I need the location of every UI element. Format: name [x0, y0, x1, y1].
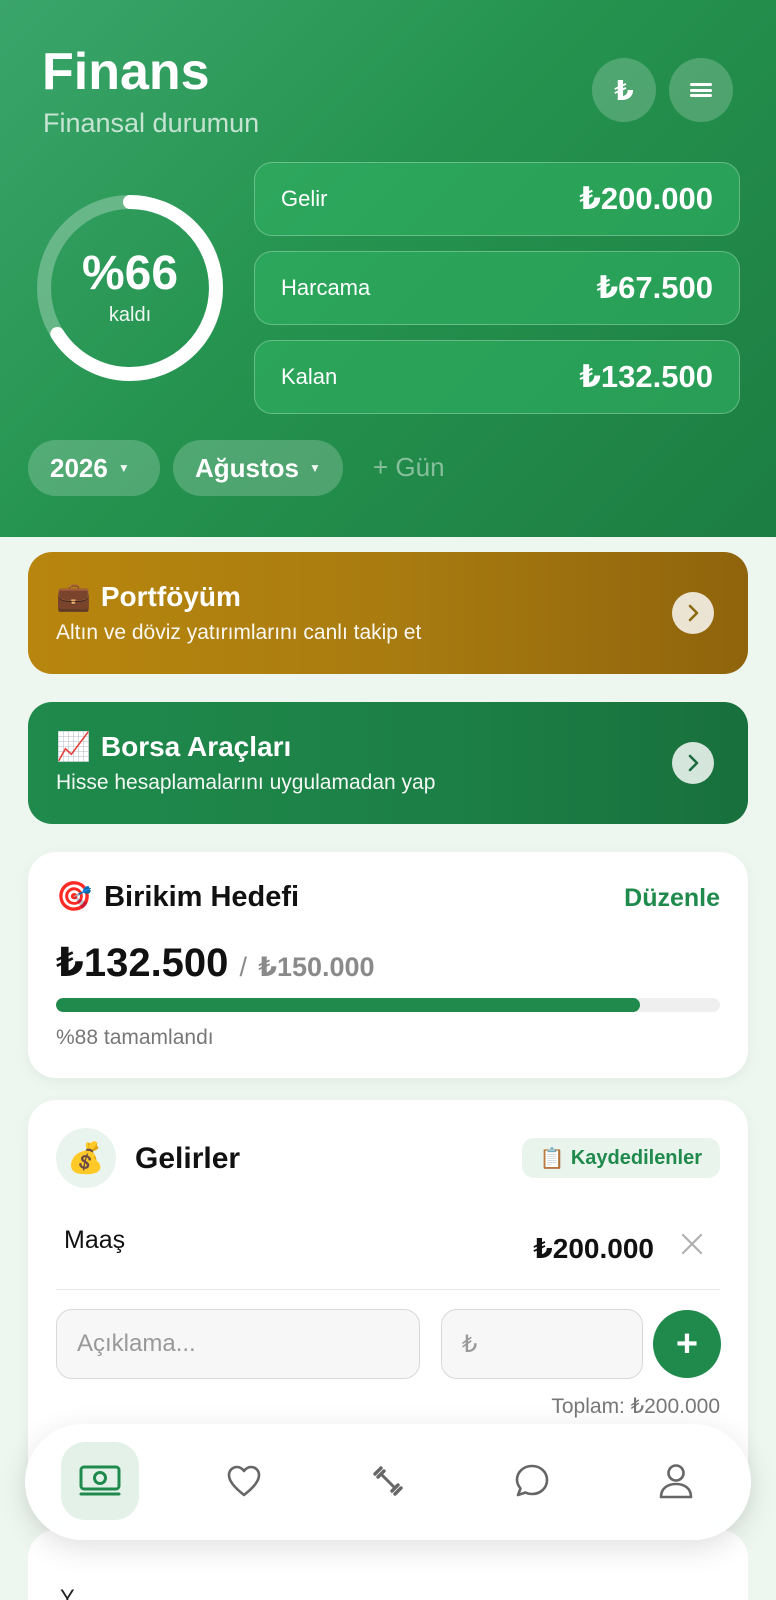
stat-label: Harcama — [281, 275, 371, 300]
header: Finans Finansal durumun ₺ %66 kaldı Geli… — [0, 0, 776, 537]
tab-finance[interactable] — [61, 1442, 139, 1520]
year-selector[interactable]: 2026 ▼ — [28, 440, 160, 496]
app-subtitle: Finansal durumun — [43, 108, 260, 138]
caret-down-icon: ▼ — [309, 461, 321, 475]
tab-health[interactable] — [205, 1442, 283, 1520]
stat-value: ₺67.500 — [596, 270, 713, 305]
year-value: 2026 — [50, 452, 108, 483]
chevron-right-icon[interactable] — [672, 592, 714, 634]
edit-goal-button[interactable]: Düzenle — [624, 884, 720, 913]
chart-up-icon: 📈 — [56, 731, 91, 762]
savings-goal-card: 🎯 Birikim Hedefi Düzenle ₺132.500 / ₺150… — [28, 852, 748, 1078]
stock-tools-banner[interactable]: 📈 Borsa Araçları Hisse hesaplamalarını u… — [28, 702, 748, 824]
add-income-button[interactable]: + — [653, 1310, 721, 1378]
next-card — [28, 1530, 748, 1600]
chevron-right-icon[interactable] — [672, 742, 714, 784]
remaining-caption: kaldı — [108, 304, 152, 326]
stat-label: Kalan — [281, 364, 338, 389]
saved-items-label: Kaydedilenler — [570, 1146, 702, 1169]
banner-subtitle: Hisse hesaplamalarını uygulamadan yap — [56, 771, 436, 794]
portfolio-banner[interactable]: 💼 Portföyüm Altın ve döviz yatırımlarını… — [28, 552, 748, 674]
goal-progress-bar — [56, 998, 720, 1012]
caret-down-icon: ▼ — [117, 461, 130, 475]
tab-chat[interactable] — [493, 1442, 571, 1520]
tab-profile[interactable] — [637, 1442, 715, 1520]
description-input[interactable]: Açıklama... — [56, 1309, 420, 1379]
banner-title: Borsa Araçları — [100, 730, 292, 762]
menu-button[interactable] — [669, 58, 733, 122]
close-icon[interactable] — [680, 1232, 704, 1263]
chat-bubble-icon — [515, 1464, 549, 1497]
goal-title: Birikim Hedefi — [104, 880, 300, 913]
app-title: Finans — [42, 43, 210, 101]
clipboard-icon: 📋 — [539, 1147, 565, 1170]
bottom-tab-bar — [25, 1424, 751, 1540]
target-icon: 🎯 — [56, 881, 93, 913]
income-total: Toplam: ₺200.000 — [551, 1395, 720, 1418]
stat-expense: Harcama ₺67.500 — [254, 251, 740, 325]
goal-separator: / — [239, 952, 248, 982]
briefcase-icon: 💼 — [56, 581, 91, 612]
goal-progress-fill — [56, 998, 641, 1012]
banner-subtitle: Altın ve döviz yatırımlarını canlı takip… — [56, 621, 422, 644]
dumbbell-icon — [373, 1466, 403, 1496]
month-selector[interactable]: Ağustos ▼ — [173, 440, 343, 496]
lira-icon: ₺ — [614, 74, 634, 106]
heart-icon — [227, 1465, 261, 1497]
money-icon — [79, 1465, 121, 1496]
stat-income: Gelir ₺200.000 — [254, 162, 740, 236]
next-card-partial-text: Y... — [60, 1585, 91, 1600]
money-bag-icon: 💰 — [56, 1128, 116, 1188]
amount-input[interactable]: ₺ — [441, 1309, 643, 1379]
income-title: Gelirler — [135, 1142, 241, 1175]
month-value: Ağustos — [195, 452, 299, 483]
income-name: Maaş — [64, 1226, 126, 1254]
stat-value: ₺132.500 — [579, 359, 713, 394]
tab-fitness[interactable] — [349, 1442, 427, 1520]
add-day-button[interactable]: + Gün — [373, 452, 445, 483]
goal-current: ₺132.500 — [56, 941, 229, 985]
currency-button[interactable]: ₺ — [592, 58, 656, 122]
income-row: Maaş ₺200.000 — [56, 1216, 720, 1290]
menu-icon — [690, 83, 712, 97]
saved-items-button[interactable]: 📋 Kaydedilenler — [521, 1138, 720, 1178]
stat-remaining: Kalan ₺132.500 — [254, 340, 740, 414]
remaining-percent: %66 — [81, 247, 179, 300]
income-amount: ₺200.000 — [533, 1233, 654, 1264]
profile-icon — [659, 1464, 693, 1499]
goal-status: %88 tamamlandı — [56, 1026, 214, 1049]
stat-value: ₺200.000 — [579, 181, 713, 216]
stat-label: Gelir — [281, 186, 328, 211]
goal-target: ₺150.000 — [258, 952, 375, 982]
banner-title: Portföyüm — [100, 580, 241, 612]
